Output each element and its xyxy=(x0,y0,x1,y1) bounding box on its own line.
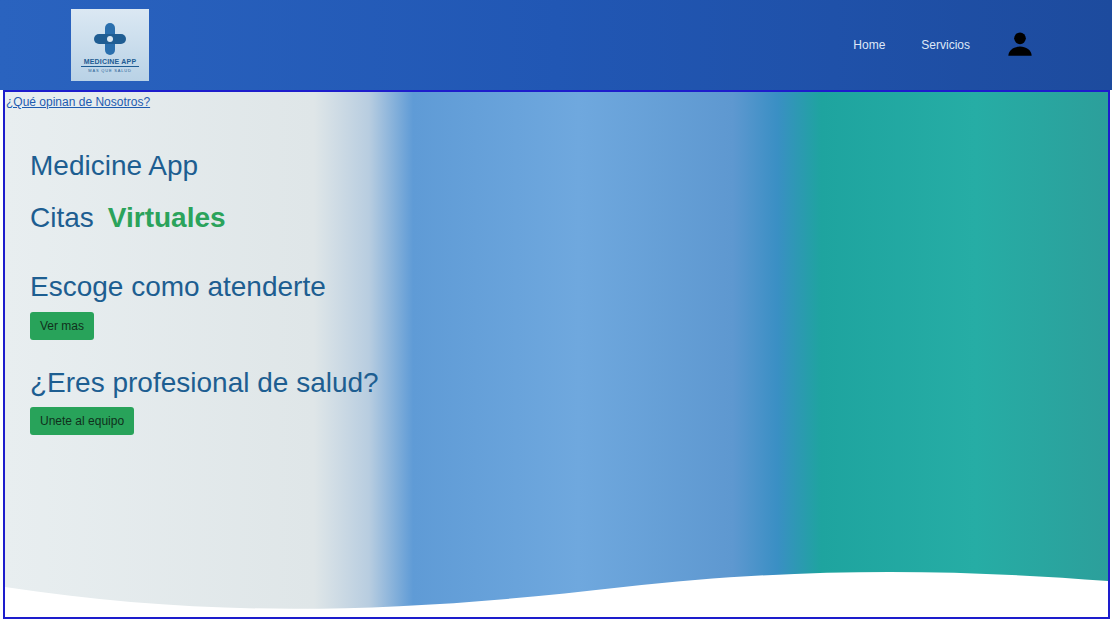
hero-section: Escoge como atenderte Ver mas xyxy=(5,270,1108,340)
hero-subtitle: Citas Virtuales xyxy=(30,201,226,235)
logo-title: MEDICINE APP xyxy=(84,58,137,65)
nav-link[interactable]: Servicios xyxy=(921,36,970,54)
logo[interactable]: MEDICINE APP MAS QUE SALUD xyxy=(71,9,149,81)
cross-icon xyxy=(90,21,130,57)
section-heading: Escoge como atenderte xyxy=(30,270,326,304)
hero-section: ¿Eres profesional de salud? Unete al equi… xyxy=(5,366,1108,436)
hero-title: Medicine App xyxy=(30,149,198,183)
subtitle-text: Citas xyxy=(30,201,94,235)
user-button[interactable] xyxy=(1006,29,1034,61)
logo-divider xyxy=(81,66,139,67)
section-button[interactable]: Ver mas xyxy=(30,312,94,340)
hero-content: ¿Qué opinan de Nosotros? Medicine App Cita… xyxy=(5,92,1108,435)
top-bar: MEDICINE APP MAS QUE SALUD Home Servicios xyxy=(0,0,1112,90)
user-icon xyxy=(1006,29,1034,57)
section-button[interactable]: Unete al equipo xyxy=(30,407,134,435)
reviews-link[interactable]: ¿Qué opinan de Nosotros? xyxy=(5,92,150,109)
wave-shape xyxy=(5,557,1108,617)
logo-tagline: MAS QUE SALUD xyxy=(88,68,131,73)
subtitle-highlight: Virtuales xyxy=(108,201,226,235)
nav-link[interactable]: Home xyxy=(853,36,885,54)
main-nav: Home Servicios xyxy=(853,29,1034,61)
hero-title-block: Medicine App Citas Virtuales xyxy=(5,109,1108,234)
hero-banner: ¿Qué opinan de Nosotros? Medicine App Cita… xyxy=(3,90,1110,619)
section-heading: ¿Eres profesional de salud? xyxy=(30,366,379,400)
